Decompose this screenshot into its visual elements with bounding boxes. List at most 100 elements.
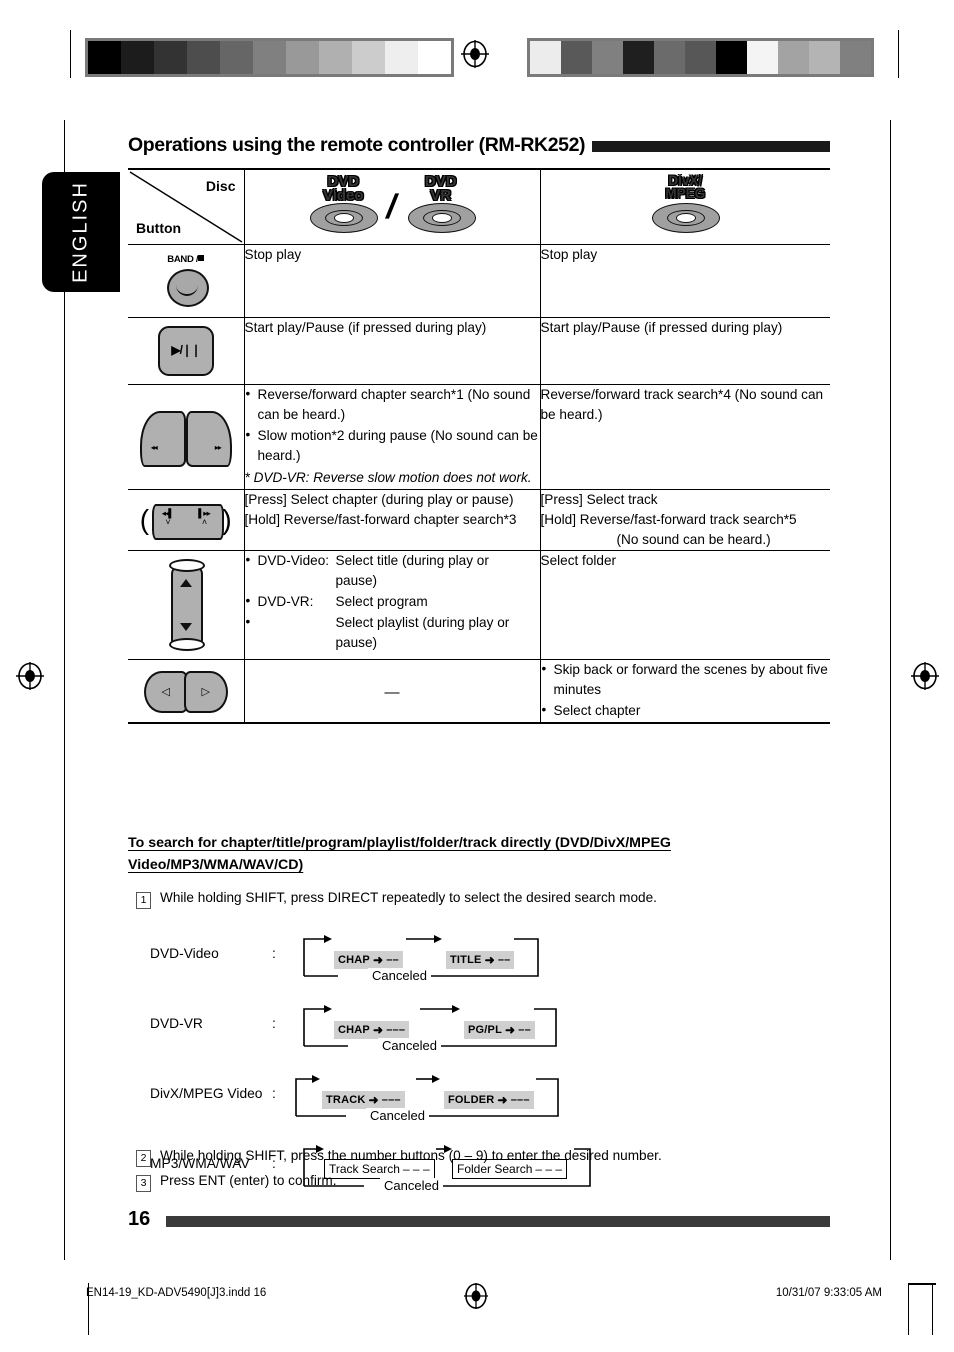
- crop-mark-bottom-right: [908, 1283, 910, 1335]
- row1-divx-text: Stop play: [540, 247, 598, 262]
- cell-dvd-row3: Reverse/forward chapter search*1 (No sou…: [243, 384, 540, 490]
- registration-target-left: [16, 662, 44, 690]
- skip-search-buttons-icon: ( ◂◂▌ ˅ ▌▸▸ ˄ ): [140, 498, 232, 542]
- table-row: BAND / Stop play Stop play: [128, 244, 830, 318]
- diagram-dvd-video: DVD-Video : CHAP ➜ –– TITLE ➜ –– Canceled: [150, 930, 570, 1000]
- manual-page: ENGLISH Operations using the remote cont…: [0, 0, 954, 1352]
- cell-dvd-row4: [Press] Select chapter (during play or p…: [243, 488, 540, 551]
- cell-dvd-row6: —: [243, 658, 540, 725]
- row6-dvd-dash: —: [384, 683, 400, 701]
- row5-text-1: Select program: [335, 594, 428, 610]
- left-arrow-icon: ◁: [143, 671, 188, 714]
- diagram-node: CHAP ➜ –––: [334, 1021, 410, 1039]
- wedge-step: [778, 41, 809, 74]
- wedge-step: [121, 41, 154, 74]
- wedge-step: [623, 41, 654, 74]
- cell-button-leftright: ◁ ▷: [128, 658, 244, 725]
- diagram-cancel-label: Canceled: [378, 1038, 441, 1053]
- list-item: DVD-VR: Select program: [245, 591, 540, 612]
- row4-dvd-line2: [Hold] Reverse/fast-forward chapter sear…: [244, 511, 517, 527]
- list-item: Reverse/forward chapter search*1 (No sou…: [245, 384, 540, 425]
- page-title: Operations using the remote controller (…: [128, 132, 830, 158]
- dvd-video-disc-icon: DVD Video: [306, 174, 380, 237]
- wedge-step: [561, 41, 592, 74]
- cell-divx-row1: Stop play: [539, 244, 830, 318]
- diagram-cancel-label: Canceled: [368, 968, 431, 983]
- step-3: 3 Press ENT (enter) to confirm.: [136, 1173, 826, 1192]
- diagram-dvd-vr: DVD-VR : CHAP ➜ ––– PG/PL ➜ –– Canceled: [150, 1000, 590, 1070]
- table-row: ( ◂◂▌ ˅ ▌▸▸ ˄ ) [Press] Select chapter (du…: [128, 488, 830, 551]
- previous-track-icon: ◂◂▌ ˅: [161, 507, 175, 528]
- diagram-cancel-label: Canceled: [366, 1108, 429, 1123]
- wedge-step: [286, 41, 319, 74]
- registration-target-top: [461, 40, 489, 68]
- header-cell-divx: DivX/MPEG: [539, 168, 830, 245]
- list-item: DVD-Video: Select title (during play or p…: [245, 550, 540, 591]
- cell-dvd-row1: Stop play: [243, 244, 540, 318]
- row2-divx-text: Start play/Pause (if pressed during play…: [540, 320, 783, 335]
- language-tab-english: ENGLISH: [42, 172, 120, 292]
- footer-filename: EN14-19_KD-ADV5490[J]3.indd 16: [86, 1287, 267, 1299]
- table-row: ◂◂ ▸▸ Reverse/forward chapter search*1 (…: [128, 384, 830, 490]
- wedge-step: [530, 41, 561, 74]
- diagram-node: PG/PL ➜ ––: [464, 1021, 535, 1039]
- wedge-step: [747, 41, 778, 74]
- band-stop-button-icon: BAND /: [149, 253, 223, 309]
- table-corner-cell: Disc Button: [128, 168, 244, 245]
- diagram-colon: :: [272, 1016, 276, 1031]
- crop-mark-right-top: [898, 30, 900, 78]
- row5-label-1: DVD-VR:: [257, 594, 314, 610]
- cell-button-wings: ◂◂ ▸▸: [128, 384, 244, 490]
- table-row: ▶/❘❘ Start play/Pause (if pressed during…: [128, 317, 830, 385]
- diagram-node: TITLE ➜ ––: [446, 951, 515, 969]
- cell-button-play-pause: ▶/❘❘: [128, 317, 244, 385]
- diagram-divx-mpeg: DivX/MPEG Video : TRACK ➜ ––– FOLDER ➜ ––– C…: [150, 1070, 590, 1140]
- diagram-colon: :: [272, 1086, 276, 1101]
- row5-label-0: DVD-Video:: [257, 552, 330, 568]
- registration-target-right: [911, 662, 939, 690]
- crop-mark-corner-rule: [908, 1283, 936, 1285]
- cell-divx-row5: Select folder: [539, 549, 830, 660]
- row5-divx-text: Select folder: [540, 552, 617, 568]
- cell-button-band: BAND /: [128, 244, 244, 318]
- diagram-colon: :: [272, 946, 276, 961]
- row1-dvd-text: Stop play: [244, 247, 302, 262]
- up-down-buttons-icon: [167, 558, 205, 651]
- disc-separator: /: [383, 187, 401, 226]
- row4-divx-line1: [Press] Select track: [540, 491, 658, 507]
- wedge-step: [716, 41, 747, 74]
- left-paren-decoration: (: [139, 503, 150, 535]
- row6-divx-bullets: Skip back or forward the scenes by about…: [541, 659, 831, 721]
- row4-dvd-line1: [Press] Select chapter (during play or p…: [244, 491, 514, 507]
- cell-divx-row2: Start play/Pause (if pressed during play…: [539, 317, 830, 385]
- page-number: 16: [128, 1208, 151, 1230]
- next-track-icon: ▌▸▸ ˄: [198, 507, 211, 528]
- cell-divx-row3: Reverse/forward track search*4 (No sound…: [539, 384, 830, 490]
- row5-dvd-items: DVD-Video: Select title (during play or p…: [245, 550, 540, 654]
- language-tab-label: ENGLISH: [69, 181, 92, 283]
- row2-dvd-text: Start play/Pause (if pressed during play…: [244, 320, 487, 335]
- remote-operations-table: Disc Button DVD Video / DVD VR DivX/ MPE…: [128, 168, 831, 725]
- wedge-step: [187, 41, 220, 74]
- diagram-label: DVD-VR: [150, 1016, 203, 1031]
- table-row: DVD-Video: Select title (during play or p…: [128, 549, 830, 660]
- step-2: 2 While holding SHIFT, press the number …: [136, 1148, 826, 1167]
- row3-divx-text: Reverse/forward track search*4 (No sound…: [540, 387, 824, 423]
- wedge-step: [654, 41, 685, 74]
- cell-dvd-row2: Start play/Pause (if pressed during play…: [243, 317, 540, 385]
- table-row: ◁ ▷ — Skip back or forward the scenes by…: [128, 658, 831, 725]
- row5-text-2: Select playlist (during play or pause): [335, 615, 510, 651]
- diagram-node: CHAP ➜ ––: [334, 951, 403, 969]
- play-pause-glyph: ▶/❘❘: [171, 343, 201, 358]
- row4-divx-line2: [Hold] Reverse/fast-forward track search…: [540, 511, 797, 527]
- table-header-row: Disc Button DVD Video / DVD VR DivX/ MPE…: [128, 168, 830, 245]
- row3-dvd-bullets: Reverse/forward chapter search*1 (No sou…: [245, 384, 540, 466]
- wedge-step: [385, 41, 418, 74]
- reverse-forward-wing-buttons-icon: ◂◂ ▸▸: [139, 409, 232, 467]
- wedge-step: [418, 41, 451, 74]
- play-pause-button-icon: ▶/❘❘: [157, 326, 214, 376]
- top-arc-decoration: [168, 558, 205, 572]
- header-cell-dvd: DVD Video / DVD VR: [243, 168, 540, 245]
- list-item: Select chapter: [541, 700, 831, 721]
- list-item: Slow motion*2 during pause (No sound can…: [245, 425, 540, 466]
